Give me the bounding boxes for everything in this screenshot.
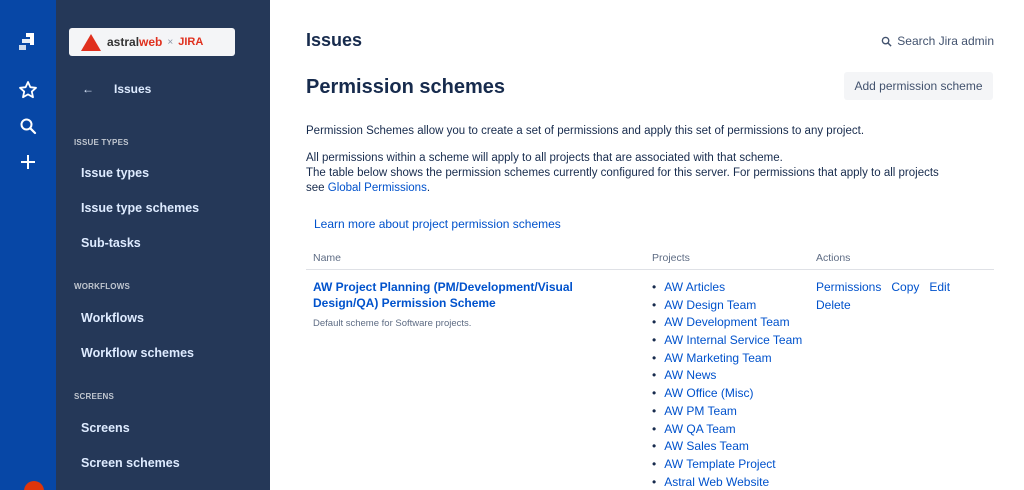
project-list: AW Articles AW Design Team AW Developmen… — [652, 279, 802, 490]
add-permission-scheme-button[interactable]: Add permission scheme — [844, 72, 993, 100]
page-title: Permission schemes — [306, 76, 505, 98]
back-to-issues[interactable]: ← Issues — [82, 80, 151, 98]
project-link[interactable]: AW Internal Service Team — [652, 332, 802, 350]
search-jira-admin[interactable]: Search Jira admin — [881, 34, 994, 48]
scheme-name-link[interactable]: AW Project Planning (PM/Development/Visu… — [313, 279, 623, 311]
section-title-workflows: WORKFLOWS — [74, 282, 131, 291]
notification-badge[interactable] — [24, 481, 44, 490]
project-link[interactable]: AW Development Team — [652, 314, 802, 332]
learn-more-link[interactable]: Learn more about project permission sche… — [314, 217, 561, 231]
arrow-left-icon: ← — [82, 82, 94, 96]
sidebar-item-screen-schemes[interactable]: Screen schemes — [81, 456, 180, 470]
project-link[interactable]: AW QA Team — [652, 421, 802, 439]
section-title-screens: SCREENS — [74, 392, 115, 401]
sidebar-item-workflows[interactable]: Workflows — [81, 311, 144, 325]
sidebar-item-issue-type-schemes[interactable]: Issue type schemes — [81, 201, 199, 215]
project-link[interactable]: AW News — [652, 367, 802, 385]
table-header-divider — [306, 269, 994, 270]
column-header-name: Name — [313, 252, 342, 264]
column-header-actions: Actions — [816, 252, 851, 264]
search-label: Search Jira admin — [897, 34, 994, 48]
project-link[interactable]: Astral Web Website — [652, 474, 802, 490]
project-link[interactable]: AW PM Team — [652, 403, 802, 421]
logo-separator: × — [167, 36, 174, 48]
project-link[interactable]: AW Articles — [652, 279, 802, 297]
main-content: Issues Search Jira admin Permission sche… — [270, 0, 1024, 490]
description-line-1: All permissions within a scheme will app… — [306, 152, 783, 164]
search-icon — [881, 36, 892, 47]
period-text: . — [426, 182, 431, 194]
star-icon[interactable] — [16, 78, 40, 102]
sidebar-item-workflow-schemes[interactable]: Workflow schemes — [81, 346, 194, 360]
copy-action-link[interactable]: Copy — [891, 280, 919, 294]
scheme-actions: Permissions Copy Edit Delete — [816, 279, 986, 314]
project-link[interactable]: AW Marketing Team — [652, 350, 802, 368]
back-label: Issues — [114, 82, 152, 96]
global-permissions-link[interactable]: Global Permissions — [328, 182, 427, 194]
sidebar-item-issue-types[interactable]: Issue types — [81, 166, 149, 180]
logo-text-web: web — [139, 35, 163, 49]
astralweb-jira-logo[interactable]: astral web × JIRA — [69, 28, 235, 56]
scheme-description: Default scheme for Software projects. — [313, 318, 472, 329]
logo-text-jira: JIRA — [178, 36, 204, 48]
column-header-projects: Projects — [652, 252, 690, 264]
description-line-3: see Global Permissions. — [306, 181, 1006, 196]
edit-action-link[interactable]: Edit — [929, 280, 950, 294]
project-link[interactable]: AW Design Team — [652, 297, 802, 315]
sidebar-item-sub-tasks[interactable]: Sub-tasks — [81, 236, 141, 250]
description-line-2: The table below shows the permission sch… — [306, 167, 939, 179]
delete-action-link[interactable]: Delete — [816, 298, 851, 312]
logo-text-astral: astral — [107, 35, 140, 49]
plus-icon[interactable] — [16, 150, 40, 174]
project-link[interactable]: AW Sales Team — [652, 438, 802, 456]
see-text: see — [306, 182, 328, 194]
project-link[interactable]: AW Office (Misc) — [652, 385, 802, 403]
project-link[interactable]: AW Template Project — [652, 456, 802, 474]
sidebar-item-screens[interactable]: Screens — [81, 421, 130, 435]
section-title-issue-types: ISSUE TYPES — [74, 138, 129, 147]
header-title: Issues — [306, 30, 363, 50]
jira-logo-icon[interactable] — [16, 30, 40, 54]
admin-sidebar: astral web × JIRA ← Issues ISSUE TYPES Is… — [56, 0, 270, 490]
search-icon[interactable] — [16, 114, 40, 138]
global-navigation — [0, 0, 56, 490]
permissions-action-link[interactable]: Permissions — [816, 280, 881, 294]
description-text: All permissions within a scheme will app… — [306, 151, 1006, 196]
intro-text: Permission Schemes allow you to create a… — [306, 125, 865, 137]
astralweb-logo-icon — [81, 33, 101, 51]
